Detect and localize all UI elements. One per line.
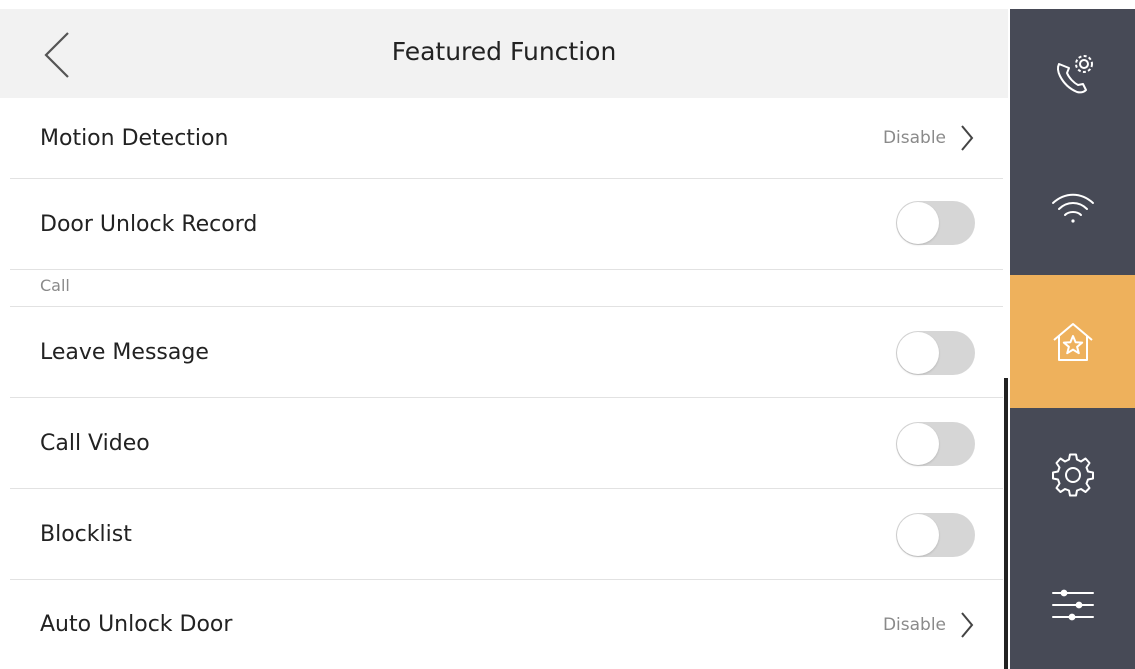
call-video-label: Call Video	[40, 430, 150, 456]
auto-unlock-door-value: Disable	[882, 614, 946, 635]
chevron-right-icon	[961, 125, 974, 151]
toggle-knob	[897, 514, 939, 556]
toggle-knob	[897, 202, 939, 244]
sidebar-item-settings[interactable]	[1010, 408, 1135, 541]
leave-message-row: Leave Message	[0, 307, 1008, 397]
phone-settings-icon	[1056, 54, 1093, 93]
scrollbar[interactable]	[1004, 378, 1008, 669]
blocklist-label: Blocklist	[40, 521, 132, 547]
header-bar: Featured Function	[0, 9, 1008, 98]
auto-unlock-door-value-wrap: Disable	[883, 580, 974, 669]
wifi-icon	[1051, 193, 1094, 223]
home-star-icon	[1052, 322, 1093, 361]
section-label-call: Call	[40, 276, 70, 295]
leave-message-toggle[interactable]	[896, 331, 975, 375]
sidebar-item-configuration[interactable]	[1010, 541, 1135, 669]
sidebar	[1010, 9, 1135, 669]
sliders-icon	[1051, 589, 1094, 621]
blocklist-row: Blocklist	[0, 489, 1008, 579]
page-title: Featured Function	[391, 37, 617, 66]
motion-detection-value: Disable	[882, 128, 946, 148]
main-panel: Featured Function Motion Detection Disab…	[0, 0, 1008, 669]
motion-detection-row[interactable]: Motion Detection Disable	[0, 98, 1008, 178]
chevron-right-icon	[961, 611, 974, 638]
back-button[interactable]	[38, 29, 78, 81]
call-video-row: Call Video	[0, 398, 1008, 488]
door-unlock-record-label: Door Unlock Record	[40, 211, 258, 237]
chevron-left-icon	[44, 32, 69, 78]
auto-unlock-door-label: Auto Unlock Door	[40, 612, 233, 637]
toggle-knob	[897, 423, 939, 465]
door-unlock-record-toggle[interactable]	[896, 201, 975, 245]
sidebar-item-network[interactable]	[1010, 142, 1135, 275]
motion-detection-value-wrap: Disable	[883, 98, 974, 178]
toggle-knob	[897, 332, 939, 374]
blocklist-toggle[interactable]	[896, 513, 975, 557]
sidebar-item-call-settings[interactable]	[1010, 9, 1135, 142]
leave-message-label: Leave Message	[40, 339, 209, 365]
motion-detection-label: Motion Detection	[40, 125, 229, 151]
divider	[10, 269, 1003, 270]
sidebar-item-featured[interactable]	[1010, 275, 1135, 408]
call-video-toggle[interactable]	[896, 422, 975, 466]
door-unlock-record-row: Door Unlock Record	[0, 179, 1008, 269]
gear-icon	[1051, 453, 1094, 496]
auto-unlock-door-row[interactable]: Auto Unlock Door Disable	[0, 580, 1008, 669]
